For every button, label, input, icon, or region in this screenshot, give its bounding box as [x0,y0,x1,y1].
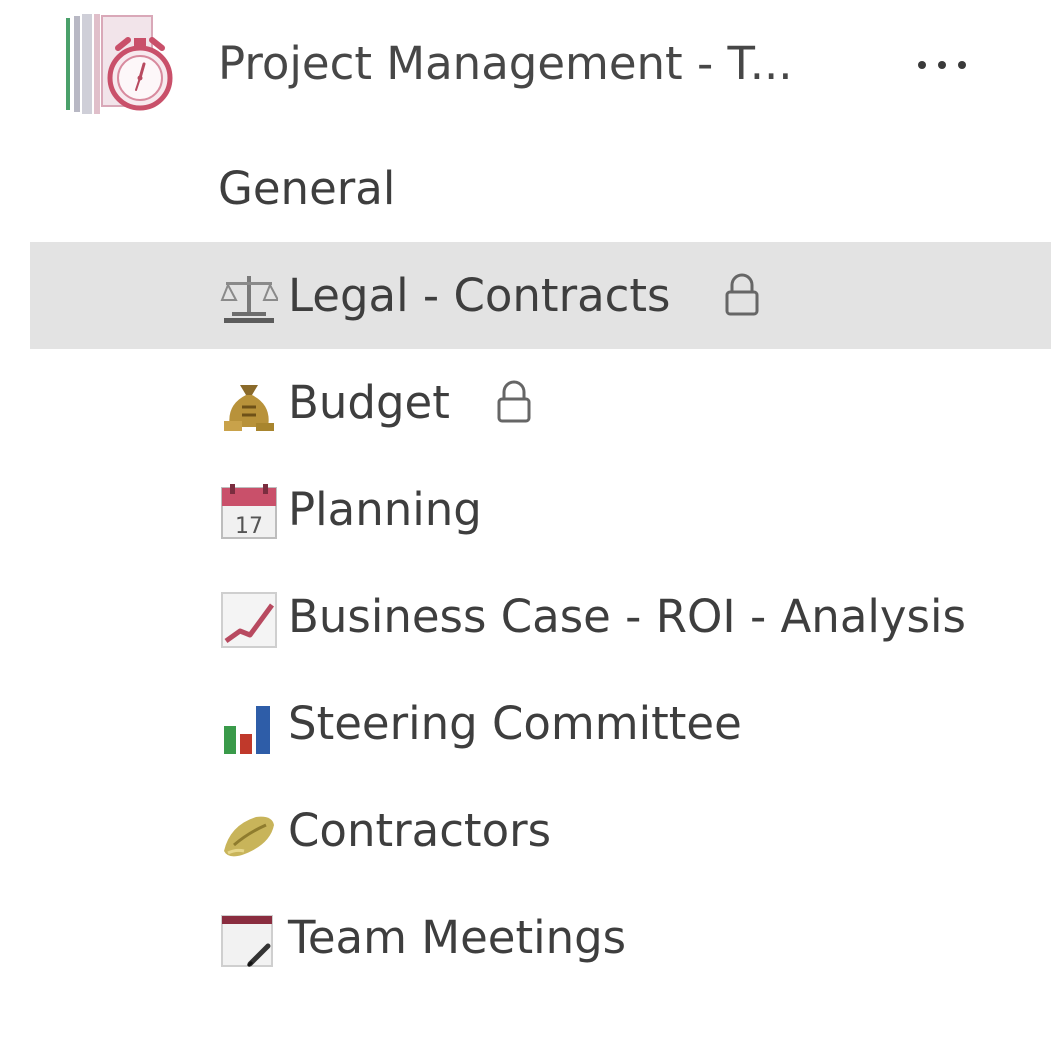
lock-icon [722,272,762,318]
channel-legal-contracts[interactable]: Legal - Contracts [0,242,1051,349]
channel-budget[interactable]: Budget [0,349,1051,456]
more-options-icon[interactable] [900,35,984,95]
channel-label: General [218,162,396,215]
handshake-icon [220,805,278,863]
trend-chart-icon [220,591,278,649]
calendar-day: 17 [235,514,263,539]
channel-team-meetings[interactable]: Team Meetings [0,884,1051,991]
channel-steering-committee[interactable]: Steering Committee [0,670,1051,777]
channel-label: Steering Committee [288,697,742,750]
team-header[interactable]: Project Management - T... [0,0,1051,135]
channel-label: Team Meetings [288,911,627,964]
channel-general[interactable]: General [0,135,1051,242]
alarm-clock-book-icon [58,12,178,120]
calendar-icon: 17 [220,484,278,542]
channel-label: Business Case - ROI - Analysis [288,590,966,643]
team-name[interactable]: Project Management - T... [218,32,793,96]
channel-label: Contractors [288,804,552,857]
channel-list: General Legal - Contracts Budget 17 Plan… [0,135,1051,991]
bar-chart-icon [220,698,278,756]
channel-label: Planning [288,483,482,536]
scales-icon [220,270,280,328]
notepad-icon [220,912,278,970]
money-bag-icon [220,377,278,435]
lock-icon [494,379,534,425]
channel-label: Legal - Contracts [288,269,671,322]
channel-business-case[interactable]: Business Case - ROI - Analysis [0,563,1051,670]
selection-edge [0,242,30,349]
channel-planning[interactable]: 17 Planning [0,456,1051,563]
channel-label: Budget [288,376,450,429]
channel-contractors[interactable]: Contractors [0,777,1051,884]
